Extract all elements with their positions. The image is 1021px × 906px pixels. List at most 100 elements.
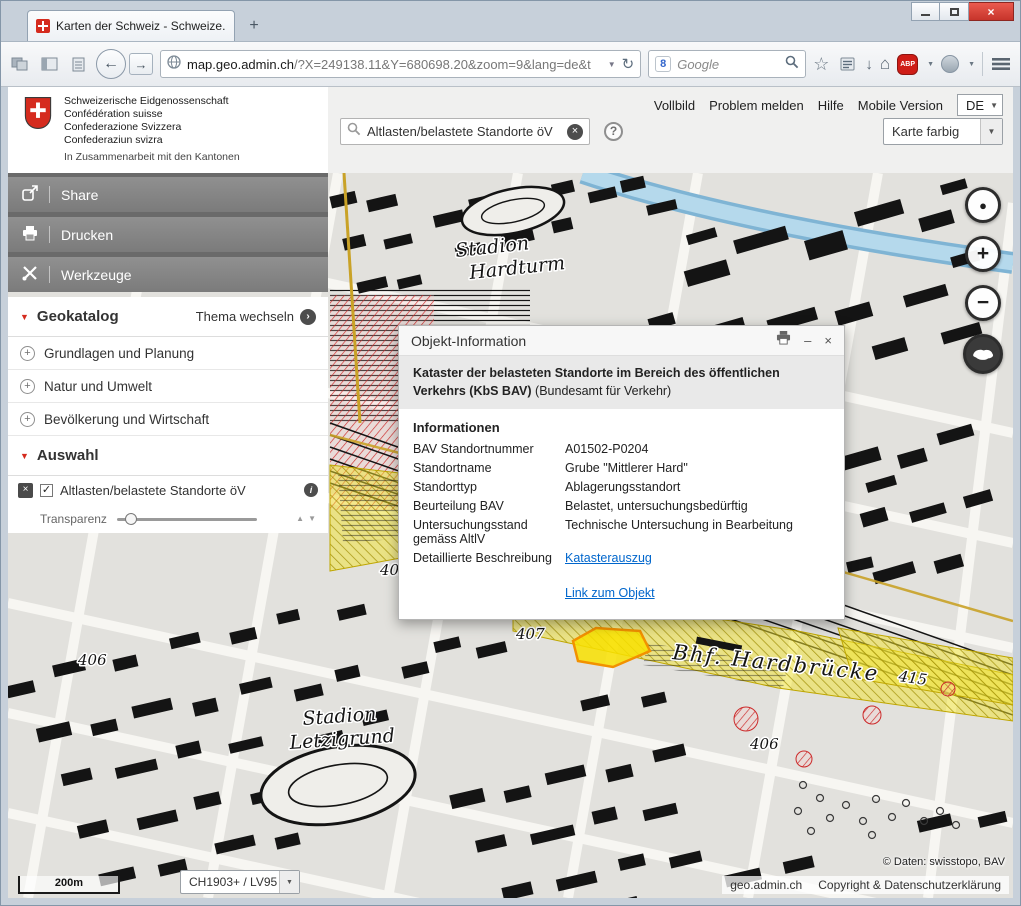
object-info-popup: Objekt-Information – × Kataster der bela… xyxy=(398,325,845,620)
label-elevation: 406 xyxy=(77,651,107,669)
google-logo-icon[interactable]: 8 xyxy=(655,56,671,72)
downloads-icon[interactable]: ↓ xyxy=(865,56,873,73)
browser-search-placeholder: Google xyxy=(677,57,779,72)
new-tab-button[interactable]: + xyxy=(241,13,267,39)
sidebar: Share Drucken Werkzeuge xyxy=(8,173,328,533)
bookmarks-menu-icon[interactable] xyxy=(836,55,858,73)
reorder-arrows-icon[interactable]: ▲ ▼ xyxy=(296,514,316,523)
catalog-item-grundlagen[interactable]: + Grundlagen und Planung xyxy=(8,337,328,370)
link-vollbild[interactable]: Vollbild xyxy=(654,98,695,113)
change-topic-link[interactable]: Thema wechseln › xyxy=(196,309,316,325)
org-line: Confederazione Svizzera xyxy=(64,121,229,134)
addon-dropdown-icon[interactable]: ▼ xyxy=(968,61,975,68)
field-value: Technische Untersuchung in Bearbeitung xyxy=(565,518,830,546)
object-link[interactable]: Link zum Objekt xyxy=(565,586,655,600)
browser-search-box[interactable]: 8 Google xyxy=(648,50,806,78)
close-button[interactable]: × xyxy=(969,2,1014,21)
pages-icon[interactable] xyxy=(9,55,31,73)
active-layer-row: × ✓ Altlasten/belastete Standorte öV i xyxy=(8,476,328,504)
popup-title: Objekt-Information xyxy=(411,333,526,349)
toolbar-separator xyxy=(982,52,983,76)
expand-plus-icon[interactable]: + xyxy=(20,412,35,427)
transparency-label: Transparenz xyxy=(40,512,107,526)
move-down-icon[interactable]: ▼ xyxy=(308,514,316,523)
back-button[interactable]: ← xyxy=(96,49,126,79)
minimize-button[interactable] xyxy=(911,2,940,21)
collapse-arrow-icon: ▼ xyxy=(20,451,29,461)
expand-plus-icon[interactable]: + xyxy=(20,346,35,361)
remove-layer-button[interactable]: × xyxy=(18,483,33,498)
map-search-bar[interactable]: × xyxy=(340,118,590,145)
popup-titlebar[interactable]: Objekt-Information – × xyxy=(399,326,844,356)
transparency-slider[interactable] xyxy=(117,513,257,525)
copyright-link[interactable]: Copyright & Datenschutzerklärung xyxy=(818,878,1001,892)
swiss-flag-favicon xyxy=(36,19,50,33)
katasterauszug-link[interactable]: Katasterauszug xyxy=(565,551,652,565)
url-dropdown-icon[interactable]: ▼ xyxy=(608,60,616,69)
addon-icon[interactable] xyxy=(941,55,959,73)
home-button[interactable]: ⌂ xyxy=(880,54,890,74)
print-button[interactable]: Drucken xyxy=(8,217,328,252)
link-problem-melden[interactable]: Problem melden xyxy=(709,98,804,113)
collapse-arrow-icon: ▼ xyxy=(20,312,29,322)
section-title: Informationen xyxy=(413,420,830,435)
auswahl-label: Auswahl xyxy=(37,447,99,464)
share-label: Share xyxy=(61,187,98,203)
layer-info-icon[interactable]: i xyxy=(304,483,318,497)
url-bar[interactable]: map.geo.admin.ch/?X=249138.11&Y=680698.2… xyxy=(160,50,641,78)
chevron-down-icon: ▼ xyxy=(279,871,299,893)
browser-tab[interactable]: Karten der Schweiz - Schweize... xyxy=(27,10,235,41)
button-separator xyxy=(49,186,50,203)
clipboard-icon[interactable] xyxy=(67,55,89,73)
language-select[interactable]: DE ▼ xyxy=(957,94,1003,116)
catalog-item-label: Grundlagen und Planung xyxy=(44,346,194,361)
tools-button[interactable]: Werkzeuge xyxy=(8,257,328,292)
popup-minimize-icon[interactable]: – xyxy=(804,333,811,348)
link-mobile-version[interactable]: Mobile Version xyxy=(858,98,943,113)
reload-icon[interactable]: ↻ xyxy=(622,55,635,73)
minimize-icon xyxy=(921,14,930,16)
geolocate-button[interactable]: ● xyxy=(965,187,1001,223)
navigation-toolbar: ← → map.geo.admin.ch/?X=249138.11&Y=6806… xyxy=(1,41,1020,87)
link-hilfe[interactable]: Hilfe xyxy=(818,98,844,113)
catalog-item-natur[interactable]: + Natur und Umwelt xyxy=(8,370,328,403)
help-icon[interactable]: ? xyxy=(604,122,623,141)
expand-plus-icon[interactable]: + xyxy=(20,379,35,394)
url-domain: map.geo.admin.ch xyxy=(187,57,294,72)
zoom-out-button[interactable]: − xyxy=(965,285,1001,321)
crs-select[interactable]: CH1903+ / LV95 ▼ xyxy=(180,870,300,894)
share-button[interactable]: Share xyxy=(8,177,328,212)
forward-button[interactable]: → xyxy=(129,53,153,75)
bookmark-star-icon[interactable]: ☆ xyxy=(813,54,829,75)
url-params: /?X=249138.11&Y=680698.20&zoom=9&lang=de… xyxy=(294,57,591,72)
menu-button[interactable] xyxy=(990,55,1012,73)
geokatalog-header[interactable]: ▼ Geokatalog Thema wechseln › xyxy=(8,297,328,337)
abp-addon-icon[interactable]: ABP xyxy=(897,54,918,75)
abp-dropdown-icon[interactable]: ▼ xyxy=(927,61,934,68)
map-search-input[interactable] xyxy=(367,124,561,139)
layer-checkbox[interactable]: ✓ xyxy=(40,484,53,497)
auswahl-header[interactable]: ▼ Auswahl xyxy=(8,436,328,476)
header-nav-links: Vollbild Problem melden Hilfe Mobile Ver… xyxy=(654,94,1003,116)
popup-print-icon[interactable] xyxy=(776,331,791,350)
map-style-select[interactable]: Karte farbig ▼ xyxy=(883,118,1003,145)
print-label: Drucken xyxy=(61,227,113,243)
map-area: Stadion Hardturm Stadion Letzigrund Bhf.… xyxy=(8,173,1013,898)
field-label: Untersuchungsstand gemäss AltlV xyxy=(413,518,565,546)
search-magnifier-icon[interactable] xyxy=(785,55,799,74)
page-viewport: Schweizerische Eidgenossenschaft Confédé… xyxy=(8,87,1013,898)
overview-switzerland-button[interactable] xyxy=(963,334,1003,374)
url-text: map.geo.admin.ch/?X=249138.11&Y=680698.2… xyxy=(187,57,602,72)
clear-search-icon[interactable]: × xyxy=(567,124,583,140)
zoom-in-button[interactable]: + xyxy=(965,236,1001,272)
panel-icon[interactable] xyxy=(38,55,60,73)
catalog-item-bevoelkerung[interactable]: + Bevölkerung und Wirtschaft xyxy=(8,403,328,436)
move-up-icon[interactable]: ▲ xyxy=(296,514,304,523)
button-separator xyxy=(49,266,50,283)
magnifier-icon xyxy=(347,122,361,141)
tools-label: Werkzeuge xyxy=(61,267,132,283)
slider-knob[interactable] xyxy=(125,513,137,525)
geoadmin-link[interactable]: geo.admin.ch xyxy=(730,878,802,892)
popup-close-icon[interactable]: × xyxy=(824,333,832,348)
maximize-button[interactable] xyxy=(940,2,969,21)
